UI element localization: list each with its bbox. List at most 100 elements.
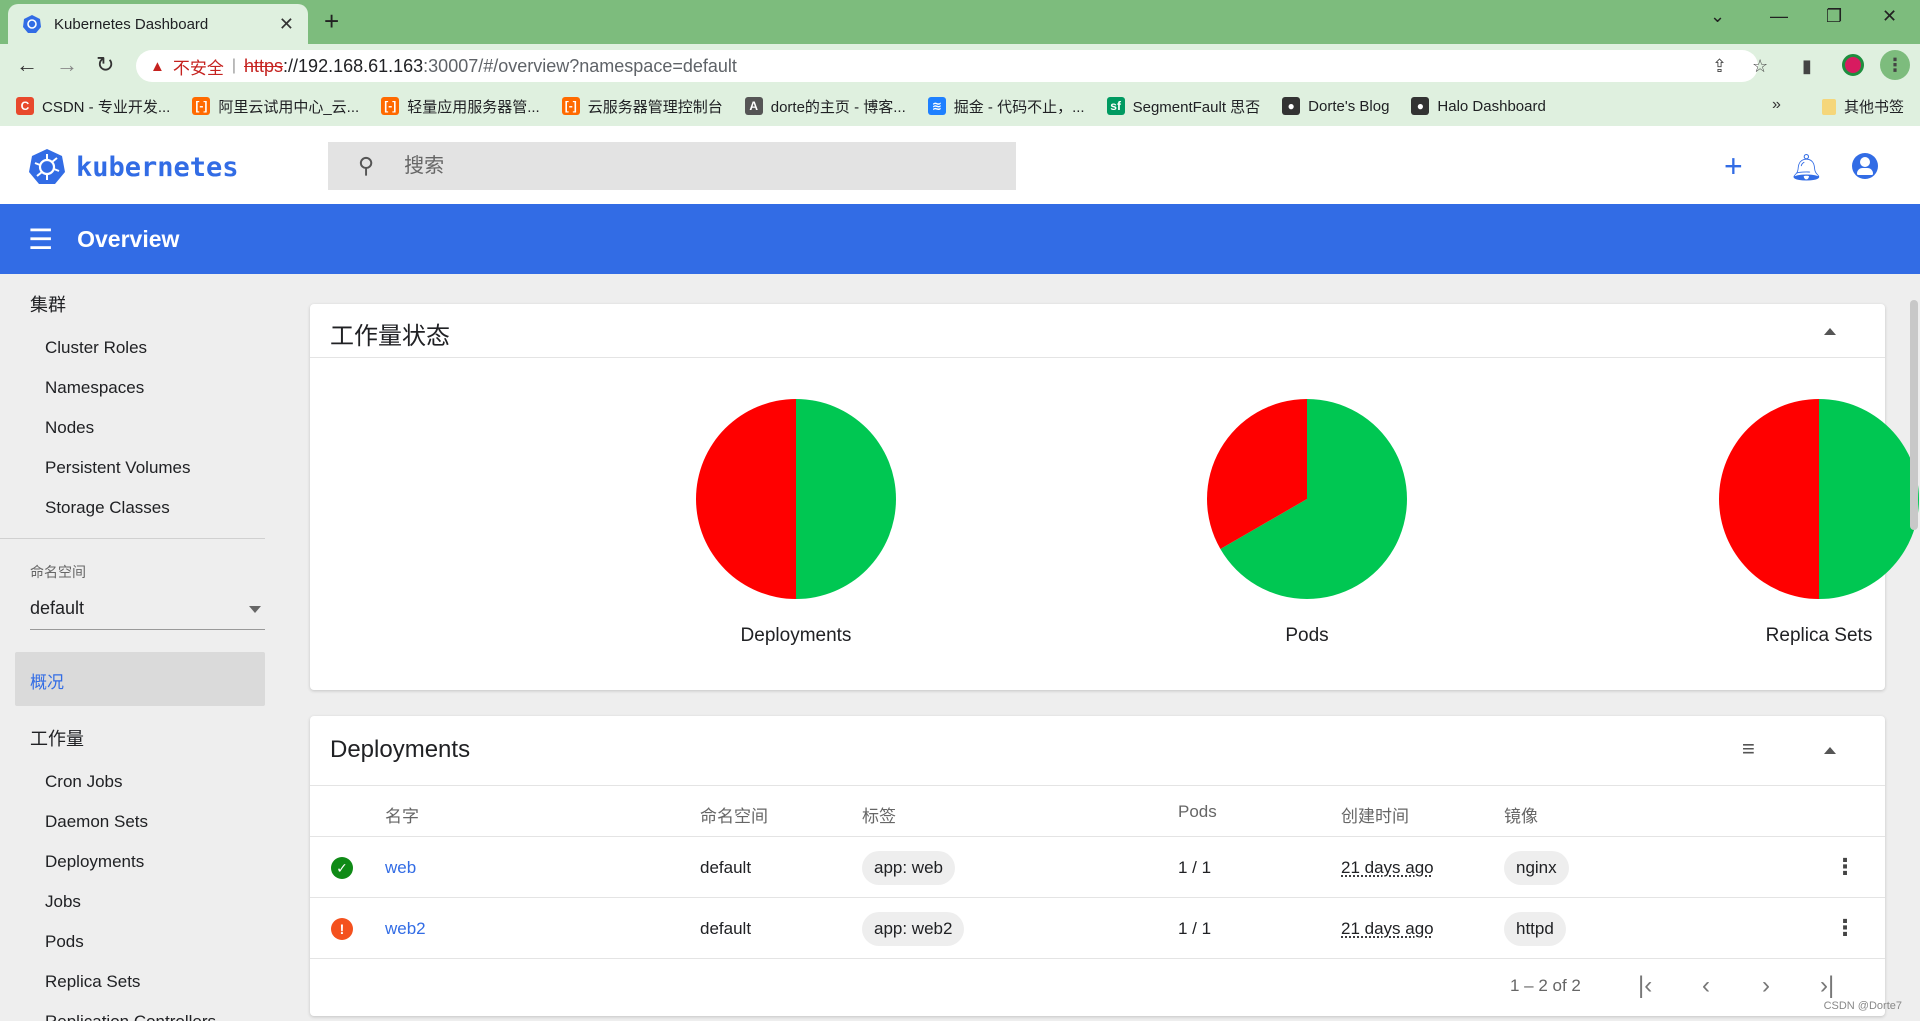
logo-text: kubernetes — [76, 151, 239, 183]
row-actions-kebab-icon[interactable]: ⋮ — [1834, 915, 1856, 941]
sidebar-item-nodes[interactable]: Nodes — [45, 418, 94, 438]
column-header-namespace[interactable]: 命名空间 — [700, 802, 768, 827]
pie-slice-failed — [696, 399, 796, 599]
status-ok-icon: ✓ — [331, 857, 353, 879]
kubernetes-wheel-icon — [29, 149, 65, 184]
profile-extension-icon[interactable] — [1842, 54, 1864, 76]
sidebar-item-cluster-roles[interactable]: Cluster Roles — [45, 338, 147, 358]
search-bar[interactable]: ⚲ — [328, 142, 1016, 190]
back-icon[interactable]: ← — [16, 52, 38, 78]
status-error-icon: ! — [331, 918, 353, 940]
sidebar-item-jobs[interactable]: Jobs — [45, 892, 81, 912]
column-header-name[interactable]: 名字 — [385, 802, 419, 827]
segmentfault-icon: sf — [1106, 97, 1125, 115]
last-page-icon[interactable]: ›| — [1820, 972, 1834, 1000]
namespace-label: 命名空间 — [30, 564, 86, 580]
sidebar-heading-workloads: 工作量 — [30, 729, 84, 749]
share-icon[interactable]: ⇪ — [1712, 56, 1727, 77]
reload-icon[interactable]: ↻ — [96, 52, 114, 78]
sidebar-heading-cluster: 集群 — [30, 295, 66, 315]
pie-pods: Pods — [1197, 399, 1417, 647]
bookmark-item[interactable]: [-] 轻量应用服务器管... — [381, 96, 540, 117]
pie-deployments-svg — [696, 399, 896, 599]
other-bookmarks[interactable]: 其他书签 — [1821, 96, 1904, 117]
warning-icon: ▲ — [150, 57, 165, 75]
bookmark-item[interactable]: [-] 阿里云试用中心_云... — [192, 96, 359, 117]
notifications-bell-icon[interactable]: 🔔︎ — [1790, 152, 1823, 183]
sidebar-item-namespaces[interactable]: Namespaces — [45, 378, 144, 398]
dropdown-caret-icon — [249, 606, 261, 613]
bookmark-item[interactable]: [-] 云服务器管理控制台 — [561, 96, 723, 117]
sidebar-item-replica-sets[interactable]: Replica Sets — [45, 972, 140, 992]
folder-icon — [1821, 98, 1836, 115]
bookmark-item[interactable]: ≋ 掘金 - 代码不止，... — [927, 96, 1085, 117]
create-plus-icon[interactable]: + — [1724, 148, 1743, 185]
bookmark-item[interactable]: sf SegmentFault 思否 — [1106, 96, 1260, 117]
pie-replica-sets: Replica Sets — [1709, 399, 1920, 647]
pods-count: 1 / 1 — [1178, 919, 1212, 938]
side-panel-icon[interactable]: ▮ — [1802, 56, 1812, 77]
deployment-namespace: default — [700, 858, 752, 877]
browser-tab[interactable]: Kubernetes Dashboard ✕ — [8, 4, 308, 44]
bookmark-item[interactable]: ● Halo Dashboard — [1411, 97, 1546, 115]
close-window-icon[interactable]: ✕ — [1882, 6, 1897, 27]
sidebar-item-deployments[interactable]: Deployments — [45, 852, 144, 872]
bookmark-item[interactable]: C CSDN - 专业开发... — [16, 96, 170, 117]
pie-pods-svg — [1207, 399, 1407, 599]
first-page-icon[interactable]: |‹ — [1638, 972, 1652, 1000]
close-tab-icon[interactable]: ✕ — [279, 14, 294, 35]
bookmark-item[interactable]: ● Dorte's Blog — [1282, 97, 1389, 115]
pie-deployments: Deployments — [686, 399, 906, 647]
csdn-icon: C — [16, 97, 34, 115]
previous-page-icon[interactable]: ‹ — [1702, 972, 1710, 1000]
filter-icon[interactable]: ≡ — [1742, 736, 1755, 762]
globe-icon: ● — [1411, 97, 1430, 115]
sidebar-item-cron-jobs[interactable]: Cron Jobs — [45, 772, 122, 792]
sidebar-item-overview[interactable]: 概况 — [15, 652, 265, 706]
namespace-select[interactable]: default — [30, 598, 265, 630]
more-bookmarks-icon[interactable]: » — [1772, 96, 1781, 114]
search-icon: ⚲ — [358, 153, 375, 178]
aliyun-icon: [-] — [192, 97, 211, 115]
forward-icon[interactable]: → — [56, 52, 78, 78]
page-title: Overview — [77, 225, 180, 252]
column-header-images: 镜像 — [1504, 807, 1538, 826]
watermark: CSDN @Dorte7 — [1823, 1000, 1902, 1012]
collapse-icon[interactable] — [1824, 328, 1836, 335]
new-tab-icon[interactable]: + — [324, 6, 339, 37]
sidebar-item-replication-controllers[interactable]: Replication Controllers — [45, 1012, 216, 1021]
deployment-name-link[interactable]: web — [385, 858, 416, 878]
deployments-title: Deployments — [330, 736, 471, 763]
deployment-name-link[interactable]: web2 — [385, 919, 426, 939]
hamburger-menu-icon[interactable]: ☰ — [28, 223, 53, 256]
pagination-range: 1 – 2 of 2 — [1510, 976, 1581, 995]
workload-status-card: 工作量状态 Deployments Pods Replica Sets — [310, 304, 1919, 690]
browser-tab-bar: Kubernetes Dashboard ✕ + ⌄ — ❐ ✕ — [0, 0, 1920, 44]
collapse-icon[interactable] — [1824, 747, 1836, 754]
column-header-labels: 标签 — [862, 807, 896, 826]
minimize-icon[interactable]: — — [1770, 6, 1788, 27]
url-bar[interactable]: ▲ 不安全 | https://192.168.61.163:30007/#/o… — [136, 50, 1758, 82]
row-actions-kebab-icon[interactable]: ⋮ — [1834, 854, 1856, 880]
bookmark-star-icon[interactable]: ☆ — [1752, 56, 1768, 77]
kubernetes-logo[interactable]: kubernetes — [28, 148, 239, 186]
tab-search-chevron-icon[interactable]: ⌄ — [1710, 6, 1725, 27]
sidebar-item-storage-classes[interactable]: Storage Classes — [45, 498, 170, 518]
pie-slice-failed — [1719, 399, 1819, 599]
account-circle-icon[interactable] — [1852, 153, 1878, 179]
column-header-created[interactable]: 创建时间 — [1341, 802, 1409, 827]
sidebar-item-pods[interactable]: Pods — [45, 932, 84, 952]
pie-label: Pods — [1285, 625, 1329, 646]
deployment-namespace: default — [700, 919, 752, 938]
created-age: 21 days ago — [1341, 919, 1434, 938]
page-scrollbar[interactable] — [1910, 300, 1918, 530]
bookmark-item[interactable]: Adorte的主页 - 博客... — [744, 96, 906, 117]
next-page-icon[interactable]: › — [1762, 972, 1770, 1000]
sidebar-item-daemon-sets[interactable]: Daemon Sets — [45, 812, 148, 832]
search-input[interactable] — [404, 154, 965, 178]
pie-label: Replica Sets — [1765, 625, 1873, 646]
sidebar-item-persistent-volumes[interactable]: Persistent Volumes — [45, 458, 191, 478]
restore-icon[interactable]: ❐ — [1826, 6, 1842, 27]
browser-menu-icon[interactable]: ⋮ — [1880, 50, 1910, 80]
insecure-label: 不安全 — [172, 58, 224, 78]
